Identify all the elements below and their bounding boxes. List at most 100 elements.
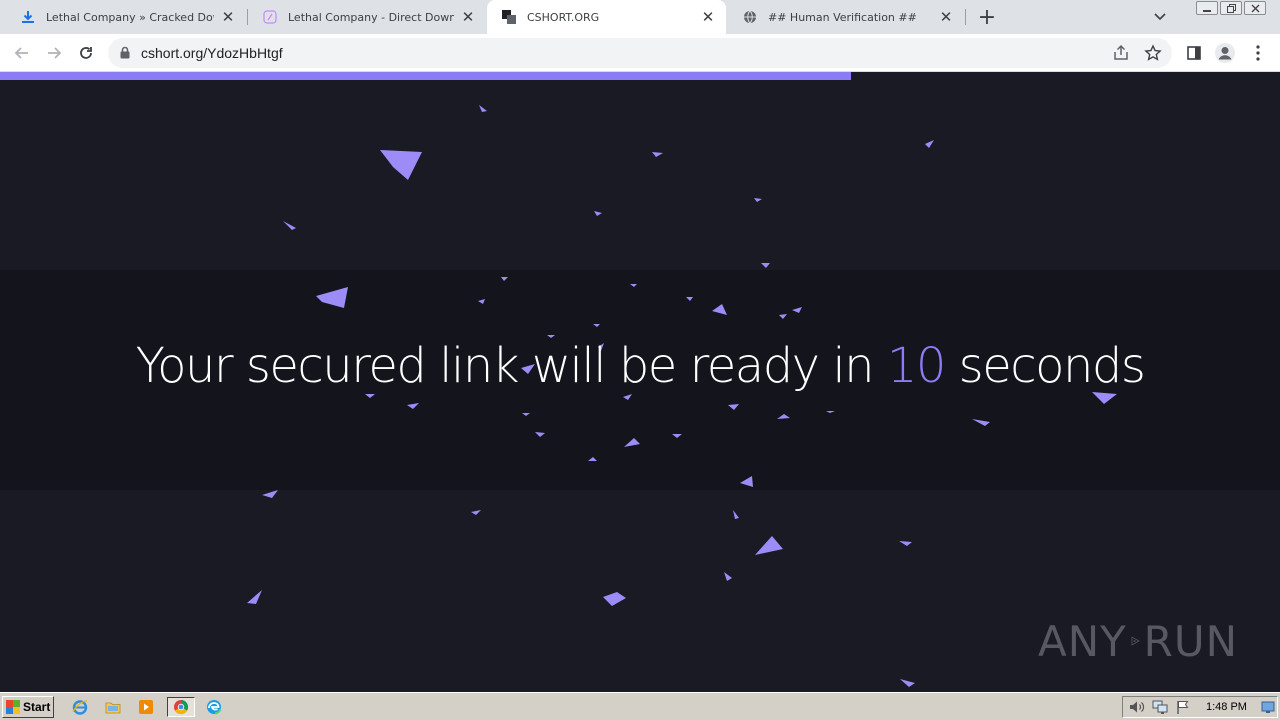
chevron-down-icon bbox=[1154, 13, 1166, 21]
network-icon[interactable] bbox=[1151, 699, 1169, 715]
particle-shard bbox=[652, 152, 663, 157]
explorer-icon[interactable] bbox=[102, 697, 124, 717]
address-bar[interactable]: cshort.org/YdozHbHtgf bbox=[108, 38, 1172, 68]
restore-button[interactable] bbox=[1220, 1, 1242, 15]
page-content: Your secured link will be ready in 10 se… bbox=[0, 72, 1280, 692]
particle-shard bbox=[792, 307, 802, 313]
particle-shard bbox=[754, 198, 762, 202]
play-logo-icon bbox=[1131, 636, 1140, 646]
more-vertical-icon bbox=[1256, 45, 1260, 61]
particle-shard bbox=[588, 457, 597, 461]
window-controls bbox=[1196, 1, 1266, 15]
close-window-button[interactable] bbox=[1244, 1, 1266, 15]
forward-button[interactable] bbox=[42, 41, 66, 65]
close-tab-icon[interactable]: ✕ bbox=[460, 9, 476, 26]
particle-shard bbox=[623, 394, 632, 400]
particle-shard bbox=[630, 284, 637, 287]
particle-shard bbox=[479, 105, 487, 112]
particle-shard bbox=[593, 324, 600, 327]
particle-shard bbox=[779, 314, 787, 319]
close-icon bbox=[1251, 4, 1259, 12]
particle-shard bbox=[478, 299, 485, 304]
particle-shard bbox=[471, 510, 481, 515]
tab-title: Lethal Company » Cracked Download bbox=[46, 10, 214, 24]
share-icon[interactable] bbox=[1112, 44, 1130, 67]
side-panel-icon bbox=[1187, 46, 1201, 60]
page-icon bbox=[262, 9, 278, 25]
profile-button[interactable] bbox=[1213, 41, 1237, 65]
particle-shard bbox=[262, 490, 278, 498]
close-tab-icon[interactable]: ✕ bbox=[700, 9, 716, 26]
reload-button[interactable] bbox=[74, 41, 98, 65]
particle-shard bbox=[755, 536, 783, 555]
download-icon bbox=[20, 9, 36, 25]
windows-logo-icon bbox=[6, 700, 20, 714]
particle-shard bbox=[283, 221, 296, 230]
browser-toolbar: cshort.org/YdozHbHtgf bbox=[0, 34, 1280, 72]
side-panel-button[interactable] bbox=[1182, 41, 1206, 65]
particle-shard bbox=[672, 434, 682, 438]
particle-shard bbox=[407, 403, 419, 409]
globe-icon bbox=[742, 9, 758, 25]
particle-shard bbox=[899, 541, 912, 546]
volume-icon[interactable] bbox=[1128, 699, 1146, 715]
particle-shard bbox=[733, 510, 739, 519]
watermark-text-left: ANY bbox=[1038, 616, 1127, 666]
particle-shard bbox=[501, 277, 508, 281]
start-button[interactable]: Start bbox=[2, 696, 54, 718]
arrow-left-icon bbox=[14, 47, 28, 59]
url-text[interactable]: cshort.org/YdozHbHtgf bbox=[141, 45, 283, 61]
minimize-button[interactable] bbox=[1196, 1, 1218, 15]
particle-shard bbox=[365, 394, 375, 398]
particle-shard bbox=[777, 414, 790, 419]
flag-icon[interactable] bbox=[1174, 699, 1192, 715]
tab-search-button[interactable] bbox=[1150, 8, 1170, 26]
edge-icon[interactable] bbox=[203, 697, 225, 717]
particle-shard bbox=[686, 297, 693, 301]
media-player-icon[interactable] bbox=[135, 697, 157, 717]
particle-shard bbox=[247, 590, 262, 604]
particle-shard bbox=[712, 304, 727, 315]
taskbar-clock[interactable]: 1:48 PM bbox=[1206, 701, 1247, 713]
show-desktop-icon[interactable] bbox=[1261, 699, 1275, 715]
tab-strip: Lethal Company » Cracked Download ✕ Leth… bbox=[0, 0, 1280, 34]
particle-shard bbox=[594, 211, 602, 216]
system-tray: 1:48 PM bbox=[1122, 696, 1278, 718]
particle-shard bbox=[972, 419, 990, 426]
ie-icon[interactable] bbox=[69, 697, 91, 717]
close-tab-icon[interactable]: ✕ bbox=[220, 9, 236, 26]
close-tab-icon[interactable]: ✕ bbox=[938, 9, 954, 26]
minimize-icon bbox=[1203, 10, 1211, 12]
particle-shard bbox=[761, 263, 770, 268]
start-label: Start bbox=[23, 700, 51, 714]
restore-icon bbox=[1226, 3, 1236, 13]
tab-lethal-company-direct[interactable]: Lethal Company - Direct Download (F ✕ bbox=[248, 0, 486, 34]
profile-avatar-icon bbox=[1215, 43, 1235, 63]
countdown-number: 10 bbox=[886, 338, 947, 394]
lock-icon[interactable] bbox=[120, 46, 130, 64]
tab-lethal-company-cracked[interactable]: Lethal Company » Cracked Download ✕ bbox=[6, 0, 246, 34]
cshort-logo-icon bbox=[501, 9, 517, 25]
countdown-message-suffix: seconds bbox=[944, 338, 1146, 394]
particle-shard bbox=[740, 476, 753, 487]
tab-title: ## Human Verification ## bbox=[768, 10, 917, 24]
chrome-icon[interactable] bbox=[167, 697, 195, 717]
particle-shard bbox=[826, 411, 835, 413]
tab-separator bbox=[965, 9, 966, 25]
particle-shard bbox=[380, 150, 422, 180]
countdown-message-prefix: Your secured link will be ready in bbox=[135, 338, 887, 394]
browser-menu-button[interactable] bbox=[1246, 41, 1270, 65]
particle-shard bbox=[724, 572, 732, 581]
particle-shard bbox=[728, 404, 739, 410]
tab-human-verification[interactable]: ## Human Verification ## ✕ bbox=[728, 0, 964, 34]
particle-shard bbox=[535, 432, 545, 437]
new-tab-button[interactable]: + bbox=[975, 5, 999, 30]
particle-shard bbox=[925, 140, 934, 148]
tab-cshort[interactable]: CSHORT.ORG ✕ bbox=[487, 0, 726, 34]
particle-shard bbox=[316, 287, 348, 308]
particle-shard bbox=[603, 592, 626, 606]
bookmark-star-icon[interactable] bbox=[1144, 44, 1162, 67]
watermark-text-right: RUN bbox=[1143, 616, 1238, 666]
particle-shard bbox=[900, 679, 915, 687]
back-button[interactable] bbox=[10, 41, 34, 65]
